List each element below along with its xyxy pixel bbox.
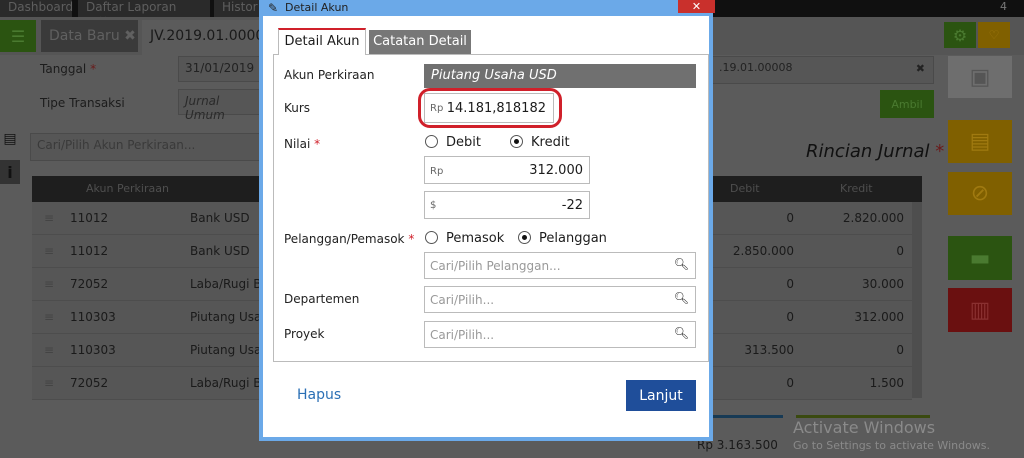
akun-search-input[interactable]: Cari/Pilih Akun Perkiraan... <box>30 133 270 161</box>
drag-handle-icon[interactable]: ≡ <box>44 202 54 234</box>
search-icon[interactable]: 🔍︎ <box>674 326 689 340</box>
cell-name: Piutang Usa <box>190 310 262 324</box>
tab-histori[interactable]: Histor <box>214 0 264 17</box>
dialog-titlebar: ✎ Detail Akun <box>263 0 709 16</box>
cell-debit: 0 <box>786 277 794 291</box>
drag-handle-icon[interactable]: ≡ <box>44 268 54 300</box>
cell-name: Bank USD <box>190 244 250 258</box>
pelanggan-pemasok-label: Pelanggan/Pemasok * <box>284 232 415 246</box>
tipe-transaksi-select[interactable]: Jurnal Umum <box>178 89 268 122</box>
save-icon[interactable]: ▣ <box>948 56 1012 98</box>
document-icon[interactable]: ▤ <box>0 128 20 150</box>
attachment-icon[interactable]: ⊘ <box>948 172 1012 215</box>
tanggal-input[interactable]: 31/01/2019 <box>178 56 268 82</box>
header-kredit: Kredit <box>840 182 873 195</box>
tab-label: Data Baru <box>49 28 120 44</box>
cell-name: Bank USD <box>190 211 250 225</box>
tanggal-label: Tanggal * <box>40 62 97 76</box>
debit-radio[interactable]: Debit <box>425 135 481 150</box>
ambil-button[interactable]: Ambil <box>880 90 934 118</box>
tab-dashboard[interactable]: Dashboard <box>0 0 73 17</box>
cell-debit: 0 <box>786 376 794 390</box>
tab-catatan-detail[interactable]: Catatan Detail <box>369 30 471 54</box>
drag-handle-icon[interactable]: ≡ <box>44 367 54 399</box>
watermark-title: Activate Windows <box>793 418 936 437</box>
pemasok-radio[interactable]: Pemasok <box>425 231 504 246</box>
detail-panel: Akun Perkiraan Piutang Usaha USD Kurs Rp… <box>273 54 709 362</box>
watermark-subtitle: Go to Settings to activate Windows. <box>793 439 991 452</box>
hapus-link[interactable]: Hapus <box>297 387 341 403</box>
gear-icon[interactable]: ⚙ <box>944 22 976 48</box>
trash-icon[interactable]: ▥ <box>948 288 1012 332</box>
tab-daftar-laporan[interactable]: Daftar Laporan ✖ <box>78 0 210 28</box>
cell-code: 110303 <box>70 310 116 324</box>
tab-current[interactable]: JV.2019.01.00008 <box>142 20 273 55</box>
kurs-label: Kurs <box>284 101 311 115</box>
close-icon[interactable]: ✖ <box>124 28 136 44</box>
cell-debit: 313.500 <box>744 343 794 357</box>
drag-handle-icon[interactable]: ≡ <box>44 301 54 333</box>
rincian-jurnal-title: Rincian Jurnal * <box>806 141 945 162</box>
cell-code: 11012 <box>70 211 109 225</box>
cell-name: Piutang Usa <box>190 343 262 357</box>
proyek-label: Proyek <box>284 327 325 341</box>
pelanggan-radio[interactable]: Pelanggan <box>518 231 607 246</box>
dialog-title: Detail Akun <box>285 1 349 14</box>
departemen-label: Departemen <box>284 292 360 306</box>
table-scrollbar[interactable] <box>912 202 922 398</box>
search-icon[interactable]: 🔍︎ <box>674 257 689 271</box>
info-icon[interactable]: i <box>0 160 20 184</box>
print-icon[interactable]: ▤ <box>948 120 1012 163</box>
notification-count: 4 <box>1000 0 1007 13</box>
list-menu-icon[interactable]: ☰ <box>0 20 36 52</box>
reference-input[interactable]: .19.01.00008 ✖ <box>712 56 934 84</box>
departemen-input[interactable]: Cari/Pilih... 🔍︎ <box>424 286 696 313</box>
close-button[interactable]: ✕ <box>678 0 715 13</box>
nilai-label: Nilai * <box>284 137 321 151</box>
kredit-radio[interactable]: Kredit <box>510 135 570 150</box>
tipe-transaksi-label: Tipe Transaksi <box>40 96 125 110</box>
proyek-input[interactable]: Cari/Pilih... 🔍︎ <box>424 321 696 348</box>
cell-debit: 0 <box>786 211 794 225</box>
cell-name: Laba/Rugi B <box>190 277 262 291</box>
cell-kredit: 0 <box>896 244 904 258</box>
tab-data-baru[interactable]: Data Baru ✖ <box>41 20 138 52</box>
detail-akun-dialog: ✎ Detail Akun ✕ Detail Akun Catatan Detai… <box>259 0 715 441</box>
cell-kredit: 1.500 <box>869 376 904 390</box>
cell-code: 72052 <box>70 277 109 291</box>
cell-code: 110303 <box>70 343 116 357</box>
cell-debit: 0 <box>786 310 794 324</box>
cell-kredit: 30.000 <box>862 277 904 291</box>
header-akun: Akun Perkiraan <box>86 182 169 195</box>
cell-kredit: 0 <box>896 343 904 357</box>
pelanggan-search-input[interactable]: Cari/Pilih Pelanggan... 🔍︎ <box>424 252 696 279</box>
clear-icon[interactable]: ✖ <box>916 62 925 75</box>
tab-label: Daftar Laporan <box>86 0 177 14</box>
cell-kredit: 2.820.000 <box>842 211 904 225</box>
akun-value: Piutang Usaha USD <box>424 64 696 88</box>
drag-handle-icon[interactable]: ≡ <box>44 334 54 366</box>
briefcase-icon[interactable]: ▬ <box>948 236 1012 280</box>
search-icon[interactable]: 🔍︎ <box>674 291 689 305</box>
cell-code: 72052 <box>70 376 109 390</box>
kurs-highlight <box>418 88 562 128</box>
tab-detail-akun[interactable]: Detail Akun <box>278 28 366 55</box>
lightbulb-icon[interactable]: ♡ <box>978 22 1010 48</box>
cell-name: Laba/Rugi B <box>190 376 262 390</box>
pencil-icon: ✎ <box>268 1 279 15</box>
lanjut-button[interactable]: Lanjut <box>626 380 696 411</box>
nilai-rp-input[interactable]: Rp 312.000 <box>424 156 590 184</box>
header-debit: Debit <box>730 182 760 195</box>
cell-debit: 2.850.000 <box>732 244 794 258</box>
nilai-usd-input[interactable]: $ -22 <box>424 191 590 219</box>
cell-code: 11012 <box>70 244 109 258</box>
akun-label: Akun Perkiraan <box>284 68 375 82</box>
cell-kredit: 312.000 <box>854 310 904 324</box>
drag-handle-icon[interactable]: ≡ <box>44 235 54 267</box>
